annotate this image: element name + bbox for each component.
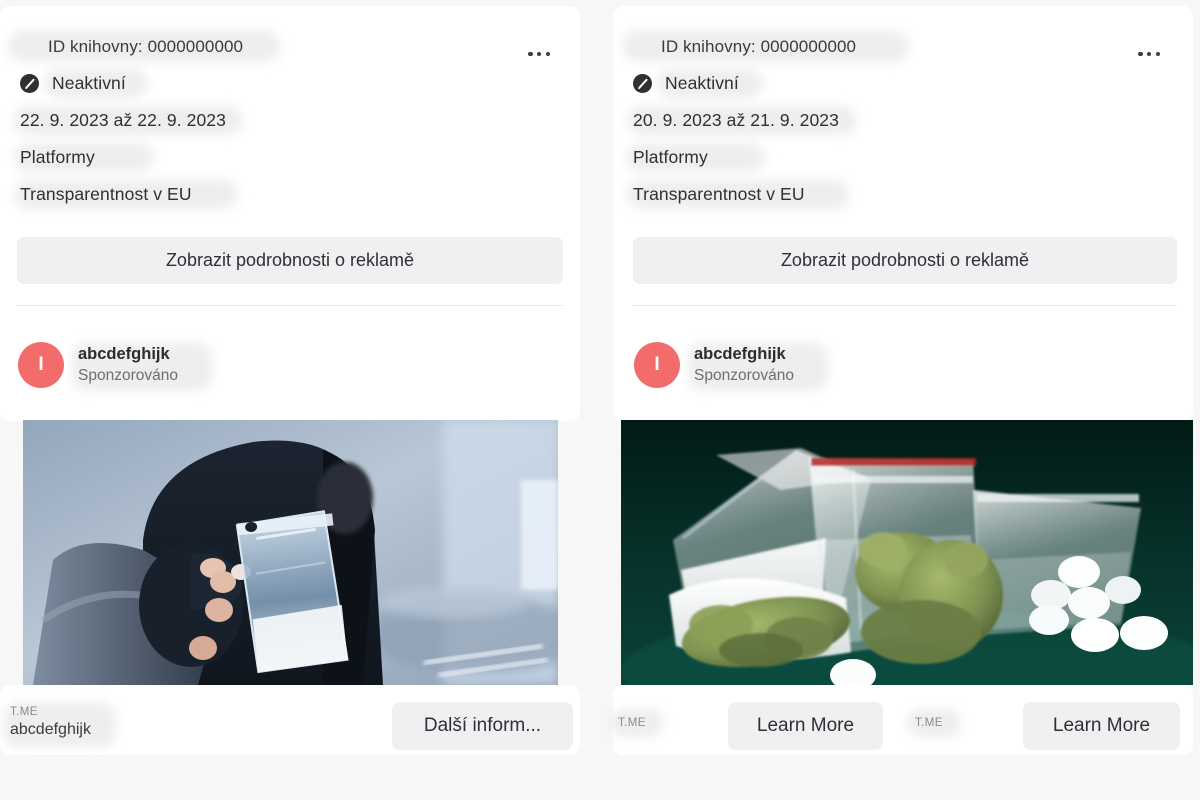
sponsored-label: Sponzorováno (694, 366, 794, 384)
ad-domain-label: T.ME (10, 706, 38, 718)
ad-card-right-meta: ID knihovny: 0000000000 Neaktivní 20. 9.… (613, 6, 1193, 213)
library-id-row: ID knihovny: 0000000000 (8, 28, 560, 65)
sponsor-row[interactable]: I abcdefghijk Sponzorováno (18, 342, 212, 392)
platforms-row: Platformy (627, 139, 1173, 176)
ellipsis-icon (545, 52, 550, 57)
library-id-label: ID knihovny: 0000000000 (661, 36, 857, 56)
ellipsis-icon (1147, 52, 1152, 57)
ellipsis-icon (537, 52, 542, 57)
eu-transparency-label: Transparentnost v EU (633, 184, 805, 204)
ad-path-label: abcdefghijk (10, 720, 91, 738)
eu-transparency-label: Transparentnost v EU (20, 184, 192, 204)
eu-transparency-row: Transparentnost v EU (14, 176, 560, 213)
date-range-label: 22. 9. 2023 až 22. 9. 2023 (20, 110, 226, 130)
card-divider (17, 305, 563, 306)
ellipsis-icon (1138, 52, 1143, 57)
status-label: Neaktivní (52, 73, 126, 93)
ad-media-left[interactable] (23, 420, 558, 685)
sponsor-text: abcdefghijk Sponzorováno (72, 343, 212, 392)
status-label: Neaktivní (665, 73, 739, 93)
date-range-label: 20. 9. 2023 až 21. 9. 2023 (633, 110, 839, 130)
overflow-menu-button[interactable] (528, 52, 550, 57)
eu-transparency-row: Transparentnost v EU (627, 176, 1173, 213)
platforms-row: Platformy (14, 139, 560, 176)
sponsor-text: abcdefghijk Sponzorováno (688, 343, 828, 392)
card-divider (633, 305, 1177, 306)
ad-destination-url[interactable]: T.ME abcdefghijk (4, 703, 116, 747)
ad-footer-right-2: T.ME (907, 709, 961, 737)
ad-domain-label: T.ME (618, 717, 646, 729)
sponsor-name: abcdefghijk (78, 345, 170, 364)
status-row: Neaktivní (20, 65, 560, 102)
blocked-circle-icon (20, 74, 39, 93)
platforms-label: Platformy (20, 147, 95, 167)
ad-card-left: ID knihovny: 0000000000 Neaktivní 22. 9.… (0, 6, 580, 421)
ad-footer-right-1: T.ME (610, 709, 664, 737)
show-ad-details-button[interactable]: Zobrazit podrobnosti o reklamě (633, 237, 1177, 284)
show-ad-details-button[interactable]: Zobrazit podrobnosti o reklamě (17, 237, 563, 284)
sponsored-label: Sponzorováno (78, 366, 178, 384)
ad-media-right[interactable] (621, 420, 1193, 685)
cta-button-left[interactable]: Další inform... (392, 702, 573, 750)
sponsor-row[interactable]: I abcdefghijk Sponzorováno (634, 342, 828, 392)
ad-footer-left: T.ME abcdefghijk (4, 703, 116, 747)
ad-image-left (23, 420, 558, 685)
avatar: I (634, 342, 680, 388)
avatar: I (18, 342, 64, 388)
status-row: Neaktivní (633, 65, 1173, 102)
library-id-label: ID knihovny: 0000000000 (48, 36, 244, 56)
cta-button-right-2[interactable]: Learn More (1023, 702, 1180, 750)
ad-destination-url[interactable]: T.ME (907, 709, 961, 737)
ad-image-right (621, 420, 1193, 685)
blocked-circle-icon (633, 74, 652, 93)
ad-library-results: ID knihovny: 0000000000 Neaktivní 22. 9.… (0, 0, 1200, 800)
ad-card-left-meta: ID knihovny: 0000000000 Neaktivní 22. 9.… (0, 6, 580, 213)
date-range-row: 22. 9. 2023 až 22. 9. 2023 (14, 102, 560, 139)
library-id-row: ID knihovny: 0000000000 (623, 28, 1173, 65)
ad-domain-label: T.ME (915, 717, 943, 729)
overflow-menu-button[interactable] (1138, 52, 1160, 57)
ellipsis-icon (1155, 52, 1160, 57)
sponsor-name: abcdefghijk (694, 345, 786, 364)
platforms-label: Platformy (633, 147, 708, 167)
ad-card-right: ID knihovny: 0000000000 Neaktivní 20. 9.… (613, 6, 1193, 421)
cta-button-right-1[interactable]: Learn More (728, 702, 883, 750)
ad-destination-url[interactable]: T.ME (610, 709, 664, 737)
date-range-row: 20. 9. 2023 až 21. 9. 2023 (627, 102, 1173, 139)
ellipsis-icon (528, 52, 533, 57)
